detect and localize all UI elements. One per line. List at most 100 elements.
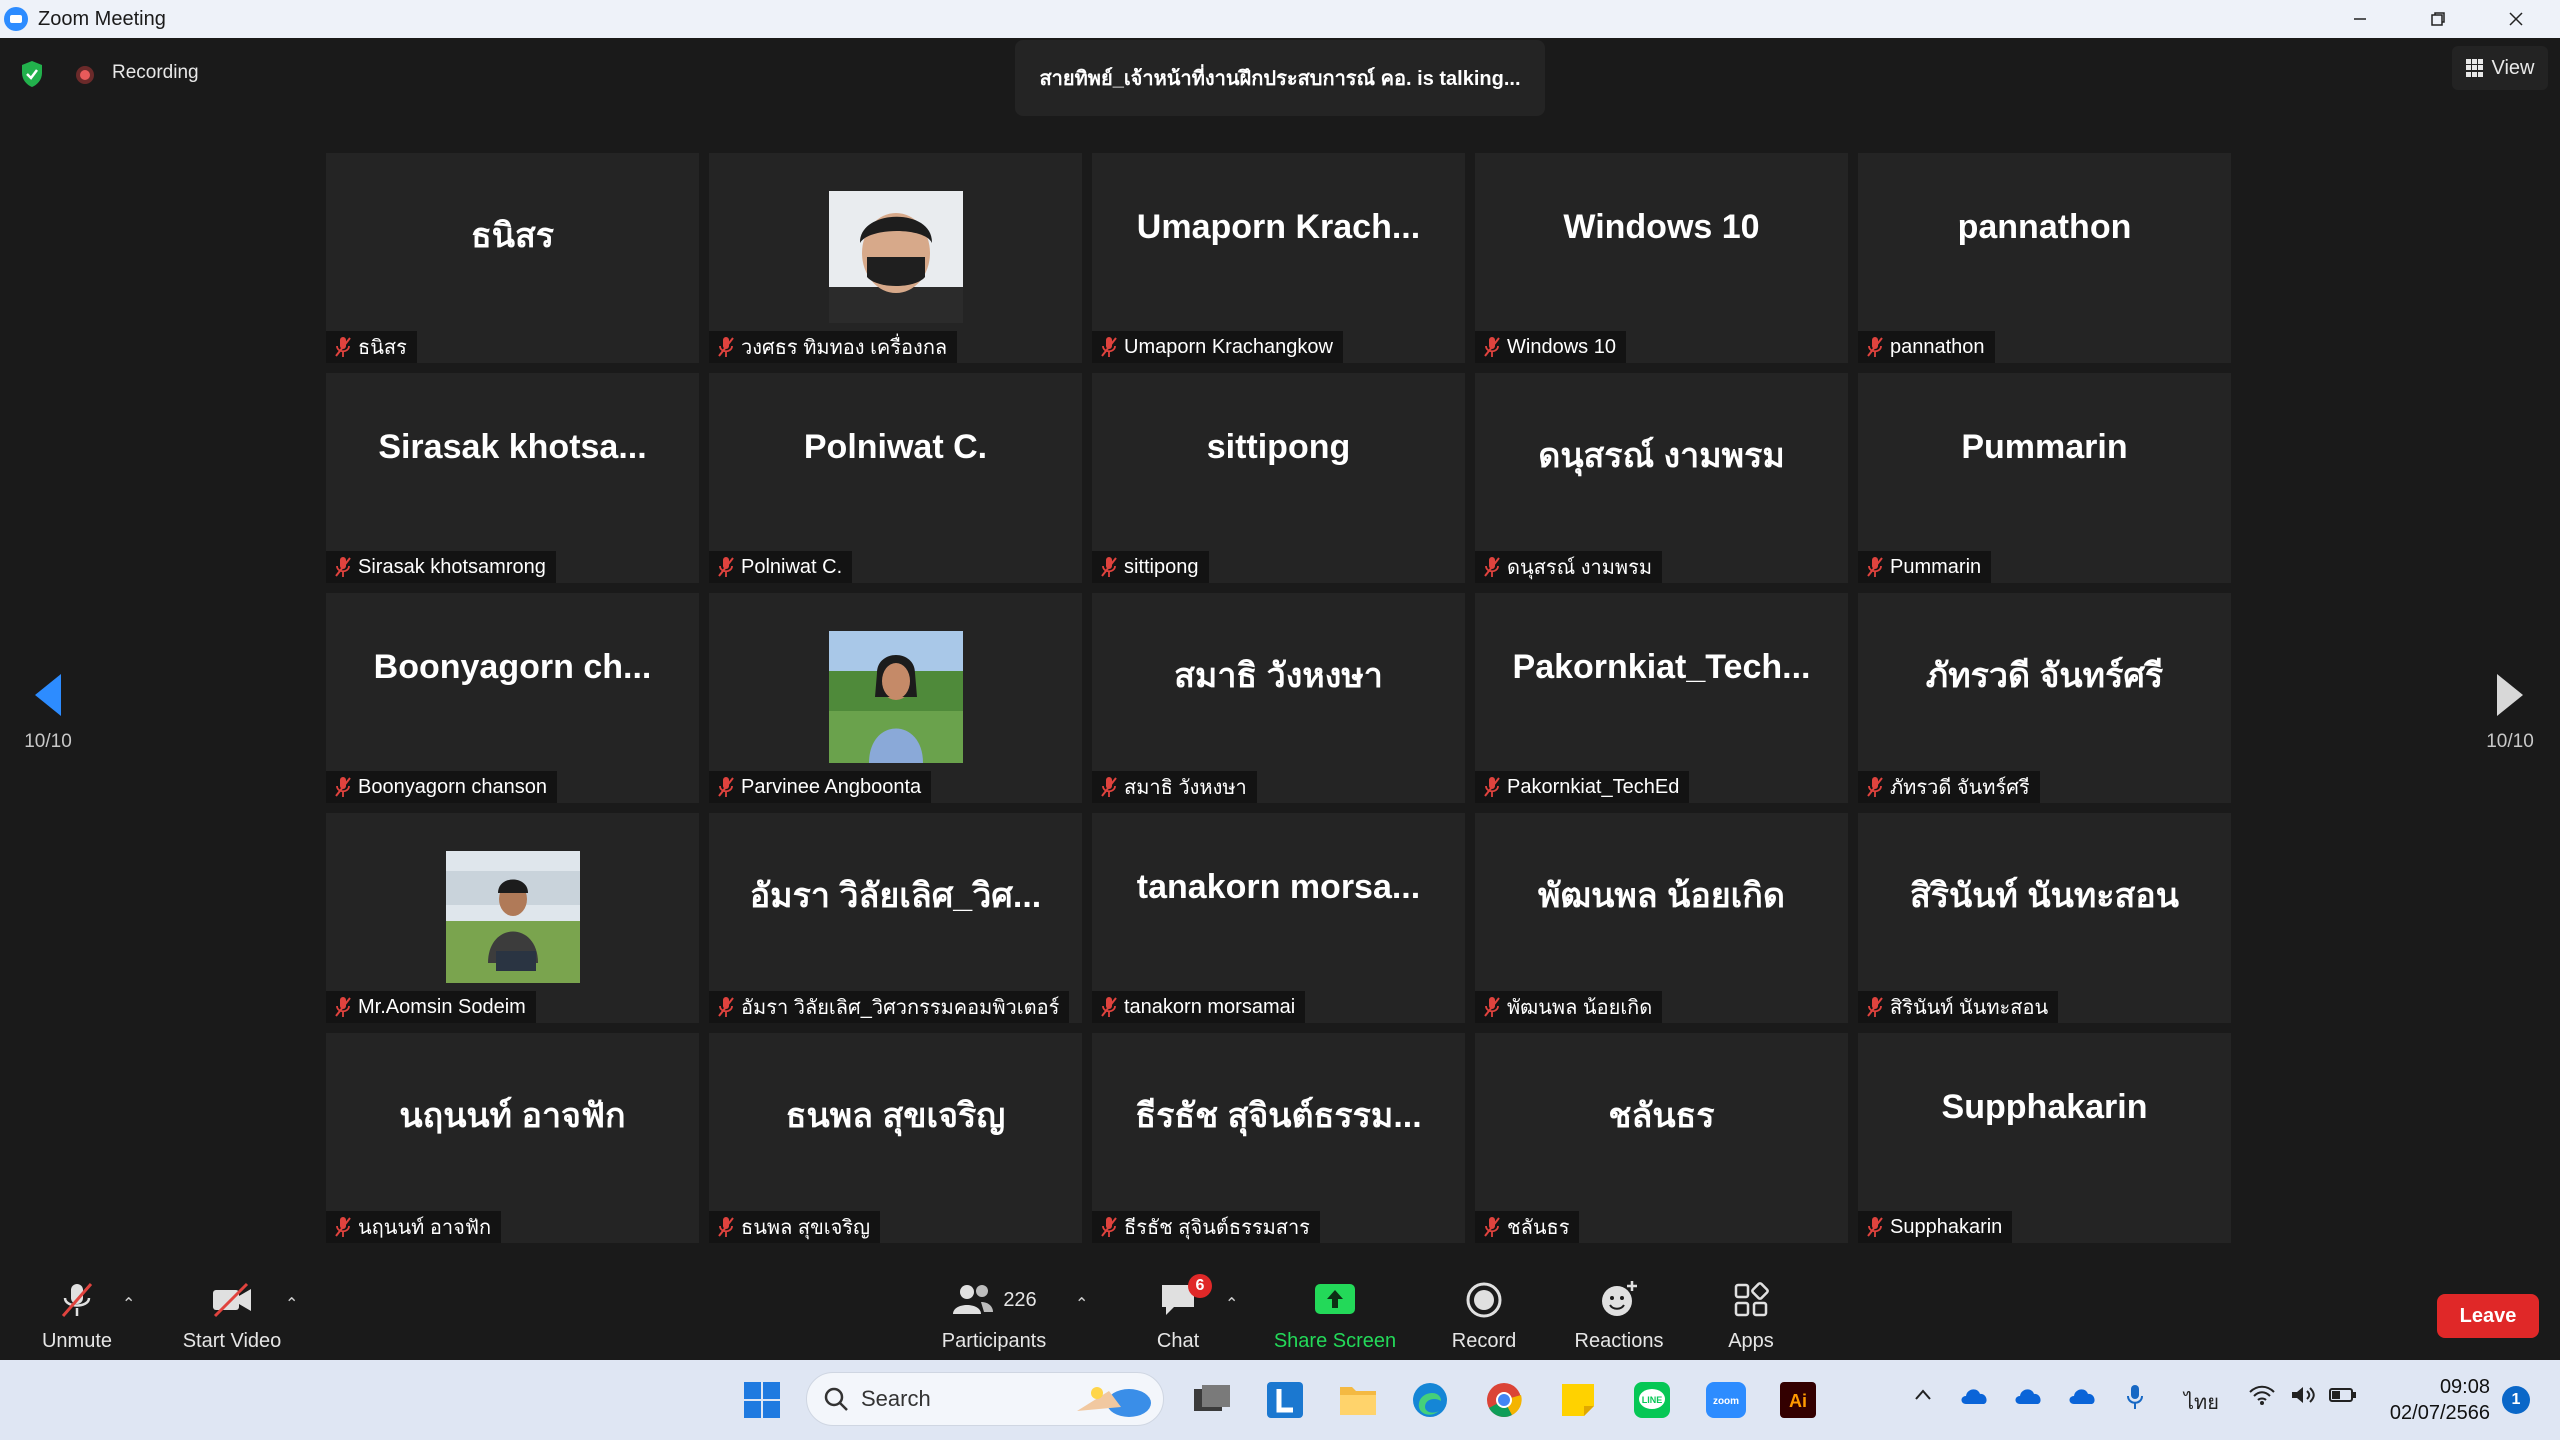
participant-tile[interactable]: Sirasak khotsa... Sirasak khotsamrong bbox=[326, 373, 699, 583]
taskbar-edge[interactable] bbox=[1408, 1378, 1452, 1422]
muted-microphone-icon bbox=[1101, 997, 1117, 1017]
wifi-icon[interactable] bbox=[2248, 1384, 2276, 1412]
taskbar-search[interactable]: Search bbox=[806, 1372, 1164, 1426]
participant-tile[interactable]: ธีรธัช สุจินต์ธรรม... ธีรธัช สุจินต์ธรรมส… bbox=[1092, 1033, 1465, 1243]
participant-display-name: sittipong bbox=[1206, 428, 1351, 466]
participant-tile[interactable]: Umaporn Krach... Umaporn Krachangkow bbox=[1092, 153, 1465, 363]
participant-tile[interactable]: ภัทรวดี จันทร์ศรี ภัทรวดี จันทร์ศรี bbox=[1858, 593, 2231, 803]
participant-name-tag: ธีรธัช สุจินต์ธรรมสาร bbox=[1092, 1211, 1320, 1243]
page-indicator-right: 10/10 bbox=[2486, 731, 2534, 752]
video-options-caret-icon[interactable]: ⌃ bbox=[285, 1294, 298, 1314]
taskbar-file-explorer[interactable] bbox=[1336, 1378, 1380, 1422]
reactions-button[interactable]: Reactions bbox=[1565, 1258, 1673, 1360]
participant-tile[interactable]: ธนิสร ธนิสร bbox=[326, 153, 699, 363]
start-video-button[interactable]: Start Video bbox=[170, 1258, 294, 1360]
participant-display-name: Umaporn Krach... bbox=[1136, 208, 1421, 246]
volume-icon[interactable] bbox=[2290, 1384, 2316, 1412]
muted-microphone-icon bbox=[1484, 557, 1500, 577]
participant-name: pannathon bbox=[1890, 335, 1985, 358]
system-clock[interactable]: 09:08 02/07/2566 bbox=[2378, 1374, 2490, 1426]
notification-badge[interactable]: 1 bbox=[2502, 1386, 2530, 1414]
taskbar-chrome[interactable] bbox=[1482, 1378, 1526, 1422]
participant-tile[interactable]: Pakornkiat_Tech... Pakornkiat_TechEd bbox=[1475, 593, 1848, 803]
taskbar-illustrator[interactable]: Ai bbox=[1776, 1378, 1820, 1422]
participant-name: อัมรา วิลัยเลิศ_วิศวกรรมคอมพิวเตอร์ bbox=[741, 997, 1060, 1019]
taskbar-app-l[interactable] bbox=[1263, 1378, 1307, 1422]
participant-name-tag: อัมรา วิลัยเลิศ_วิศวกรรมคอมพิวเตอร์ bbox=[709, 991, 1070, 1023]
minimize-button[interactable] bbox=[2322, 0, 2398, 38]
audio-options-caret-icon[interactable]: ⌃ bbox=[122, 1294, 135, 1314]
participant-tile[interactable]: Supphakarin Supphakarin bbox=[1858, 1033, 2231, 1243]
record-button[interactable]: Record bbox=[1436, 1258, 1532, 1360]
svg-text:zoom: zoom bbox=[1713, 1396, 1739, 1407]
active-speaker-banner: สายทิพย์_เจ้าหน้าที่งานฝึกประสบการณ์ คอ.… bbox=[1015, 40, 1545, 116]
participant-name-tag: sittipong bbox=[1092, 551, 1209, 583]
leave-button[interactable]: Leave bbox=[2437, 1294, 2539, 1338]
participants-button[interactable]: 226 Participants bbox=[930, 1258, 1058, 1360]
participant-tile[interactable]: Windows 10 Windows 10 bbox=[1475, 153, 1848, 363]
meeting-top-strip: Recording สายทิพย์_เจ้าหน้าที่งานฝึกประส… bbox=[0, 38, 2560, 148]
participant-video bbox=[828, 631, 963, 763]
muted-microphone-icon bbox=[1867, 557, 1883, 577]
close-button[interactable] bbox=[2478, 0, 2554, 38]
battery-icon[interactable] bbox=[2328, 1384, 2358, 1412]
encryption-shield-icon[interactable] bbox=[20, 60, 44, 88]
participant-tile[interactable]: ดนุสรณ์ งามพรม ดนุสรณ์ งามพรม bbox=[1475, 373, 1848, 583]
share-screen-button[interactable]: Share Screen bbox=[1262, 1258, 1408, 1360]
participant-tile[interactable]: pannathon pannathon bbox=[1858, 153, 2231, 363]
participant-name: ธนพล สุขเจริญ bbox=[741, 1217, 871, 1239]
participant-tile[interactable]: Mr.Aomsin Sodeim bbox=[326, 813, 699, 1023]
participant-name-tag: tanakorn morsamai bbox=[1092, 991, 1306, 1023]
sticky-notes-icon bbox=[1562, 1384, 1594, 1416]
next-page-nav[interactable]: 10/10 bbox=[2480, 672, 2540, 753]
show-hidden-icons-chevron-icon[interactable] bbox=[1912, 1384, 1934, 1412]
apps-button[interactable]: Apps bbox=[1706, 1258, 1796, 1360]
participant-tile[interactable]: สมาธิ วังหงษา สมาธิ วังหงษา bbox=[1092, 593, 1465, 803]
task-view-button[interactable] bbox=[1190, 1378, 1234, 1422]
participant-name-tag: ดนุสรณ์ งามพรม bbox=[1475, 551, 1663, 583]
input-language[interactable]: ไทย bbox=[2184, 1386, 2219, 1418]
previous-page-nav[interactable]: 10/10 bbox=[18, 672, 78, 753]
taskbar-line[interactable]: LINE bbox=[1630, 1378, 1674, 1422]
taskbar-zoom[interactable]: zoom bbox=[1704, 1378, 1748, 1422]
apps-icon bbox=[1734, 1282, 1769, 1317]
meeting-controls: Unmute ⌃ Start Video ⌃ 226 Participants … bbox=[0, 1258, 2560, 1360]
participant-tile[interactable]: วงศธร ทิมทอง เครื่องกล bbox=[709, 153, 1082, 363]
start-button[interactable] bbox=[740, 1378, 784, 1422]
participant-tile[interactable]: Polniwat C. Polniwat C. bbox=[709, 373, 1082, 583]
onedrive-icon-2[interactable] bbox=[2014, 1384, 2044, 1412]
participant-tile[interactable]: พัฒนพล น้อยเกิด พัฒนพล น้อยเกิด bbox=[1475, 813, 1848, 1023]
participant-name-tag: ธนพล สุขเจริญ bbox=[709, 1211, 881, 1243]
search-highlight-icon bbox=[1077, 1387, 1151, 1417]
windows-taskbar: Search LINE zoom Ai ไทย 09:08 02/07/2566… bbox=[0, 1360, 2560, 1440]
taskbar-sticky-notes[interactable] bbox=[1556, 1378, 1600, 1422]
onedrive-icon-1[interactable] bbox=[1960, 1384, 1990, 1412]
participant-tile[interactable]: สิรินันท์ นันทะสอน สิรินันท์ นันทะสอน bbox=[1858, 813, 2231, 1023]
unmute-button[interactable]: Unmute bbox=[26, 1258, 128, 1360]
restore-button[interactable] bbox=[2400, 0, 2476, 38]
participant-tile[interactable]: Parvinee Angboonta bbox=[709, 593, 1082, 803]
participant-tile[interactable]: ชลันธร ชลันธร bbox=[1475, 1033, 1848, 1243]
participant-tile[interactable]: ธนพล สุขเจริญ ธนพล สุขเจริญ bbox=[709, 1033, 1082, 1243]
windows-start-icon bbox=[744, 1382, 780, 1418]
participant-tile[interactable]: tanakorn morsa... tanakorn morsamai bbox=[1092, 813, 1465, 1023]
muted-microphone-icon bbox=[335, 557, 351, 577]
participants-options-caret-icon[interactable]: ⌃ bbox=[1075, 1294, 1088, 1314]
participant-name: Polniwat C. bbox=[741, 555, 843, 578]
participants-icon bbox=[953, 1285, 994, 1314]
record-label: Record bbox=[1451, 1330, 1517, 1352]
participants-label: Participants bbox=[941, 1330, 1047, 1352]
participant-tile[interactable]: อัมรา วิลัยเลิศ_วิศ... อัมรา วิลัยเลิศ_วิ… bbox=[709, 813, 1082, 1023]
folder-icon bbox=[1340, 1387, 1376, 1415]
chat-options-caret-icon[interactable]: ⌃ bbox=[1225, 1294, 1238, 1314]
onedrive-icon-3[interactable] bbox=[2068, 1384, 2098, 1412]
participant-tile[interactable]: Pummarin Pummarin bbox=[1858, 373, 2231, 583]
participant-tile[interactable]: sittipong sittipong bbox=[1092, 373, 1465, 583]
view-button[interactable]: View bbox=[2452, 46, 2548, 90]
chat-button[interactable]: 6 Chat bbox=[1130, 1258, 1226, 1360]
muted-microphone-icon bbox=[1867, 337, 1883, 357]
participant-tile[interactable]: Boonyagorn ch... Boonyagorn chanson bbox=[326, 593, 699, 803]
participant-tile[interactable]: นฤนนท์ อาจฟัก นฤนนท์ อาจฟัก bbox=[326, 1033, 699, 1243]
microphone-tray-icon[interactable] bbox=[2126, 1384, 2144, 1416]
participant-name-tag: pannathon bbox=[1858, 331, 1995, 363]
